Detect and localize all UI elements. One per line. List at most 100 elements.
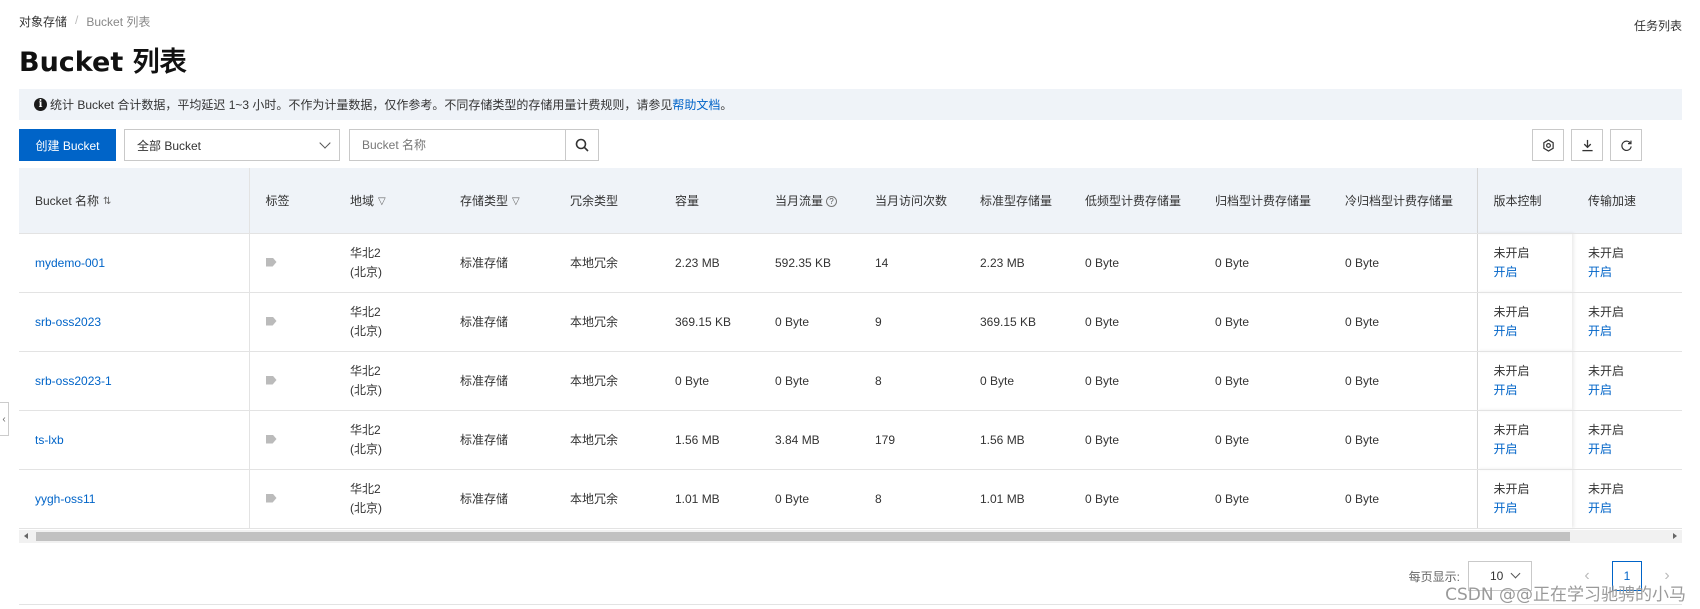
- th-tags: 标签: [249, 168, 334, 234]
- cell-redundancy: 本地冗余: [554, 233, 659, 293]
- download-button[interactable]: [1571, 129, 1603, 161]
- cell-visits: 8: [859, 469, 964, 529]
- th-cold-archive-storage: 冷归档型计费存储量: [1329, 168, 1477, 234]
- cell-versioning: 未开启 开启: [1476, 469, 1573, 529]
- collapse-handle[interactable]: ‹: [0, 402, 9, 436]
- cell-cold-archive-storage: 0 Byte: [1329, 351, 1477, 411]
- tag-icon[interactable]: [265, 257, 277, 267]
- scrollbar-thumb[interactable]: [36, 532, 1570, 541]
- cell-redundancy: 本地冗余: [554, 469, 659, 529]
- filter-icon[interactable]: ▽: [512, 196, 520, 207]
- cell-region: 华北2 (北京): [334, 233, 444, 293]
- bucket-name-link[interactable]: srb-oss2023-1: [35, 374, 112, 388]
- cell-storage-type: 标准存储: [444, 351, 554, 411]
- enable-acceleration-link[interactable]: 开启: [1588, 440, 1682, 459]
- bucket-name-link[interactable]: ts-lxb: [35, 433, 64, 447]
- cell-cold-archive-storage: 0 Byte: [1329, 292, 1477, 352]
- enable-acceleration-link[interactable]: 开启: [1588, 381, 1682, 400]
- breadcrumb-root[interactable]: 对象存储: [19, 13, 67, 30]
- th-capacity: 容量: [659, 168, 759, 234]
- scroll-left-arrow-icon[interactable]: [24, 533, 28, 539]
- search-icon: [575, 138, 589, 152]
- cell-traffic: 0 Byte: [759, 292, 859, 352]
- watermark: CSDN @@正在学习驰骋的小马: [1445, 585, 1686, 605]
- th-archive-storage: 归档型计费存储量: [1199, 168, 1329, 234]
- th-traffic: 当月流量?: [759, 168, 859, 234]
- table-row: yygh-oss11 华北2 (北京) 标准存储 本地冗余 1.01 MB 0 Byte 8 1…: [19, 469, 1682, 529]
- cell-versioning: 未开启 开启: [1476, 410, 1573, 470]
- cell-visits: 14: [859, 233, 964, 293]
- filter-icon[interactable]: ▽: [378, 196, 386, 207]
- download-icon: [1581, 139, 1593, 151]
- tag-icon[interactable]: [265, 316, 277, 326]
- help-icon[interactable]: ?: [826, 196, 838, 208]
- th-region: 地域 ▽: [334, 168, 444, 234]
- acceleration-status: 未开启: [1588, 363, 1625, 378]
- enable-versioning-link[interactable]: 开启: [1494, 499, 1573, 518]
- th-redundancy: 冗余类型: [554, 168, 659, 234]
- cell-ia-storage: 0 Byte: [1069, 233, 1199, 293]
- cell-region: 华北2 (北京): [334, 292, 444, 352]
- enable-versioning-link[interactable]: 开启: [1494, 440, 1573, 459]
- cell-cold-archive-storage: 0 Byte: [1329, 410, 1477, 470]
- tag-icon[interactable]: [265, 493, 277, 503]
- table-row: ts-lxb 华北2 (北京) 标准存储 本地冗余 1.56 MB 3.84 MB 179 1.…: [19, 410, 1682, 470]
- versioning-status: 未开启: [1493, 422, 1530, 437]
- tag-icon[interactable]: [265, 375, 277, 385]
- enable-acceleration-link[interactable]: 开启: [1588, 263, 1682, 282]
- cell-capacity: 2.23 MB: [659, 233, 759, 293]
- search-input[interactable]: [350, 130, 564, 160]
- cell-traffic: 0 Byte: [759, 351, 859, 411]
- cell-standard-storage: 0 Byte: [964, 351, 1069, 411]
- horizontal-scrollbar[interactable]: [19, 530, 1682, 543]
- bucket-name-link[interactable]: yygh-oss11: [35, 492, 95, 506]
- tag-icon[interactable]: [265, 434, 277, 444]
- help-doc-link[interactable]: 帮助文档: [672, 96, 720, 113]
- cell-archive-storage: 0 Byte: [1199, 292, 1329, 352]
- cell-tags: [249, 410, 334, 470]
- bucket-name-link[interactable]: mydemo-001: [35, 256, 105, 270]
- cell-versioning: 未开启 开启: [1476, 292, 1573, 352]
- cell-bucket-name: yygh-oss11: [19, 469, 250, 529]
- refresh-button[interactable]: [1610, 129, 1642, 161]
- bucket-filter-select[interactable]: 全部 Bucket: [124, 129, 340, 161]
- versioning-status: 未开启: [1493, 245, 1530, 260]
- cell-ia-storage: 0 Byte: [1069, 469, 1199, 529]
- cell-bucket-name: srb-oss2023: [19, 292, 250, 352]
- page-title: Bucket 列表: [19, 47, 187, 78]
- acceleration-status: 未开启: [1588, 422, 1625, 437]
- cell-redundancy: 本地冗余: [554, 292, 659, 352]
- cell-transfer-acceleration: 未开启 开启: [1572, 351, 1682, 411]
- bucket-name-link[interactable]: srb-oss2023: [35, 315, 101, 329]
- cell-redundancy: 本地冗余: [554, 351, 659, 411]
- search-box: [349, 129, 599, 161]
- enable-acceleration-link[interactable]: 开启: [1588, 499, 1682, 518]
- cell-region: 华北2 (北京): [334, 469, 444, 529]
- th-versioning: 版本控制: [1476, 168, 1572, 234]
- enable-versioning-link[interactable]: 开启: [1494, 381, 1573, 400]
- enable-versioning-link[interactable]: 开启: [1494, 322, 1573, 341]
- create-bucket-button[interactable]: 创建 Bucket: [19, 129, 116, 161]
- enable-versioning-link[interactable]: 开启: [1494, 263, 1573, 282]
- cell-capacity: 1.56 MB: [659, 410, 759, 470]
- th-bucket-name[interactable]: Bucket 名称 ⇅: [19, 168, 250, 234]
- cell-bucket-name: srb-oss2023-1: [19, 351, 250, 411]
- chevron-down-icon: [319, 137, 331, 149]
- cell-storage-type: 标准存储: [444, 410, 554, 470]
- bucket-filter-value: 全部 Bucket: [137, 138, 202, 153]
- th-transfer-acceleration: 传输加速: [1572, 168, 1682, 234]
- task-list-link[interactable]: 任务列表: [1634, 17, 1682, 34]
- cell-capacity: 1.01 MB: [659, 469, 759, 529]
- cell-storage-type: 标准存储: [444, 233, 554, 293]
- enable-acceleration-link[interactable]: 开启: [1588, 322, 1682, 341]
- bucket-table: Bucket 名称 ⇅ 标签 地域 ▽ 存储类型 ▽ 冗余类型 容量 当月流量? 当月…: [19, 168, 1682, 530]
- cell-archive-storage: 0 Byte: [1199, 351, 1329, 411]
- scroll-right-arrow-icon[interactable]: [1673, 533, 1677, 539]
- notice-text: 统计 Bucket 合计数据，平均延迟 1~3 小时。不作为计量数据，仅作参考。…: [50, 98, 673, 112]
- cell-capacity: 0 Byte: [659, 351, 759, 411]
- search-button[interactable]: [565, 130, 598, 160]
- settings-button[interactable]: [1532, 129, 1564, 161]
- cell-versioning: 未开启 开启: [1476, 233, 1573, 293]
- info-notice: i 统计 Bucket 合计数据，平均延迟 1~3 小时。不作为计量数据，仅作参…: [19, 89, 1682, 120]
- sort-icon[interactable]: ⇅: [103, 196, 111, 207]
